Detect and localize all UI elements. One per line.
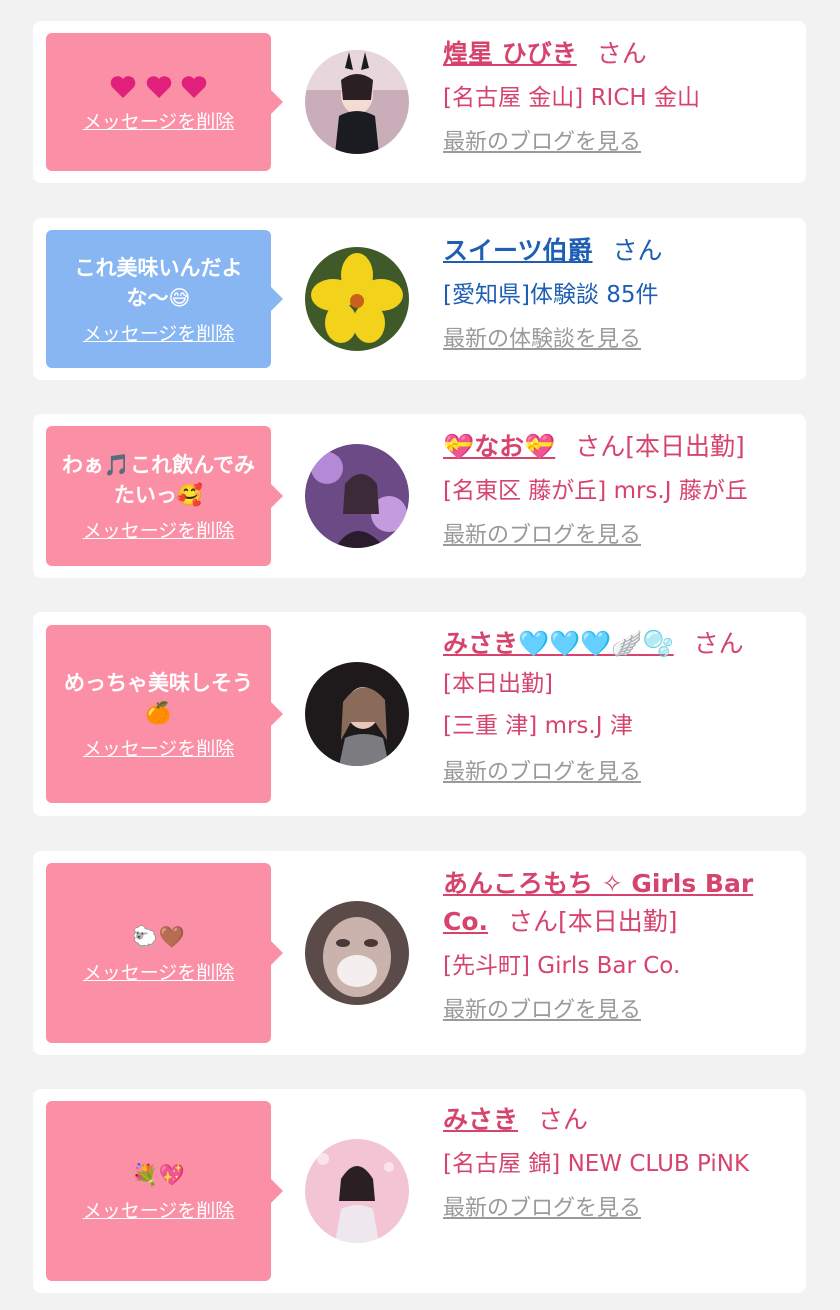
profile-info: 💝なお💝 さん[本日出勤] [名東区 藤が丘] mrs.J 藤が丘 最新のブログを…: [443, 428, 798, 553]
message-text: めっちゃ美味しそう🍊: [64, 670, 253, 725]
name-suffix: さん: [612, 236, 663, 265]
latest-blog-link[interactable]: 最新のブログを見る: [443, 994, 641, 1028]
message-text: これ美味いんだよな〜😅: [74, 255, 243, 310]
shop-info: [三重 津] mrs.J 津: [443, 713, 633, 739]
message-text: 🐑🤎: [132, 924, 185, 949]
heart-icon: [146, 75, 171, 98]
list-item: これ美味いんだよな〜😅 メッセージを削除 スイーツ伯爵 さん [愛知県]体験談 8…: [33, 218, 806, 380]
message-bubble: めっちゃ美味しそう🍊 メッセージを削除: [46, 625, 283, 803]
latest-blog-link[interactable]: 最新のブログを見る: [443, 756, 641, 790]
message-list: メッセージを削除 煌星 ひびき さん [名古屋 金山] RICH 金山 最新のブロ…: [0, 0, 840, 1310]
profile-info: あんころもち ✧ Girls Bar Co. さん[本日出勤] [先斗町] Gir…: [443, 865, 798, 1028]
delete-message-link[interactable]: メッセージを削除: [83, 107, 235, 134]
shop-info: [名古屋 錦] NEW CLUB PiNK: [443, 1151, 750, 1177]
avatar[interactable]: [305, 662, 409, 766]
delete-message-link[interactable]: メッセージを削除: [83, 734, 235, 761]
name-suffix: さん: [538, 1105, 589, 1134]
avatar[interactable]: [305, 444, 409, 548]
shop-info: [名古屋 金山] RICH 金山: [443, 85, 700, 111]
list-item: めっちゃ美味しそう🍊 メッセージを削除 みさき🩵🩵🩵🪽🫧 さん [本日出勤] [三…: [33, 612, 806, 816]
work-status: [本日出勤]: [443, 671, 553, 697]
delete-message-link[interactable]: メッセージを削除: [83, 958, 235, 985]
avatar[interactable]: [305, 1139, 409, 1243]
latest-blog-link[interactable]: 最新のブログを見る: [443, 519, 641, 553]
avatar[interactable]: [305, 50, 409, 154]
profile-name-link[interactable]: 💝なお💝: [443, 432, 555, 461]
delete-message-link[interactable]: メッセージを削除: [83, 516, 235, 543]
latest-blog-link[interactable]: 最新のブログを見る: [443, 126, 641, 160]
message-bubble: これ美味いんだよな〜😅 メッセージを削除: [46, 230, 283, 368]
delete-message-link[interactable]: メッセージを削除: [83, 319, 235, 346]
message-bubble: 🐑🤎 メッセージを削除: [46, 863, 283, 1043]
woman-photo-icon: [305, 662, 409, 766]
name-suffix: さん: [596, 39, 647, 68]
profile-name-link[interactable]: みさき: [443, 1105, 518, 1134]
avatar[interactable]: [305, 247, 409, 351]
profile-info: みさき さん [名古屋 錦] NEW CLUB PiNK 最新のブログを見る: [443, 1101, 798, 1226]
profile-info: みさき🩵🩵🩵🪽🫧 さん [本日出勤] [三重 津] mrs.J 津 最新のブログを…: [443, 625, 798, 790]
shop-info: [先斗町] Girls Bar Co.: [443, 953, 681, 979]
heart-icon: [110, 75, 136, 98]
profile-name-link[interactable]: 煌星 ひびき: [443, 39, 577, 68]
message-text: わぁ🎵これ飲んでみたいっ🥰: [61, 452, 256, 507]
message-bubble: 💐💖 メッセージを削除: [46, 1101, 283, 1281]
latest-blog-link[interactable]: 最新のブログを見る: [443, 1192, 641, 1226]
pink-portrait-photo-icon: [305, 1139, 409, 1243]
message-icons: [109, 71, 208, 101]
delete-message-link[interactable]: メッセージを削除: [83, 1196, 235, 1223]
bunny-girl-photo-icon: [305, 50, 409, 154]
message-bubble: メッセージを削除: [46, 33, 283, 171]
list-item: 💐💖 メッセージを削除 みさき さん [名古屋 錦] NEW CLUB PiNK …: [33, 1089, 806, 1293]
purple-floral-photo-icon: [305, 444, 409, 548]
blurred-face-photo-icon: [305, 901, 409, 1005]
list-item: わぁ🎵これ飲んでみたいっ🥰 メッセージを削除 💝なお💝 さん[本日出勤] [名東区…: [33, 414, 806, 578]
yellow-flower-icon: [305, 247, 409, 351]
list-item: メッセージを削除 煌星 ひびき さん [名古屋 金山] RICH 金山 最新のブロ…: [33, 21, 806, 183]
latest-review-link[interactable]: 最新の体験談を見る: [443, 323, 641, 357]
shop-info: [名東区 藤が丘] mrs.J 藤が丘: [443, 478, 748, 504]
profile-info: スイーツ伯爵 さん [愛知県]体験談 85件 最新の体験談を見る: [443, 232, 798, 357]
avatar[interactable]: [305, 901, 409, 1005]
name-suffix: さん[本日出勤]: [508, 907, 678, 936]
message-bubble: わぁ🎵これ飲んでみたいっ🥰 メッセージを削除: [46, 426, 283, 566]
name-suffix: さん[本日出勤]: [575, 432, 745, 461]
profile-info: 煌星 ひびき さん [名古屋 金山] RICH 金山 最新のブログを見る: [443, 35, 798, 160]
heart-icon: [181, 75, 207, 98]
name-suffix: さん: [693, 629, 744, 658]
review-count: [愛知県]体験談 85件: [443, 282, 659, 308]
profile-name-link[interactable]: スイーツ伯爵: [443, 236, 593, 265]
list-item: 🐑🤎 メッセージを削除 あんころもち ✧ Girls Bar Co. さん[本日出…: [33, 851, 806, 1055]
profile-name-link[interactable]: みさき🩵🩵🩵🪽🫧: [443, 629, 674, 658]
message-text: 💐💖: [132, 1162, 185, 1187]
